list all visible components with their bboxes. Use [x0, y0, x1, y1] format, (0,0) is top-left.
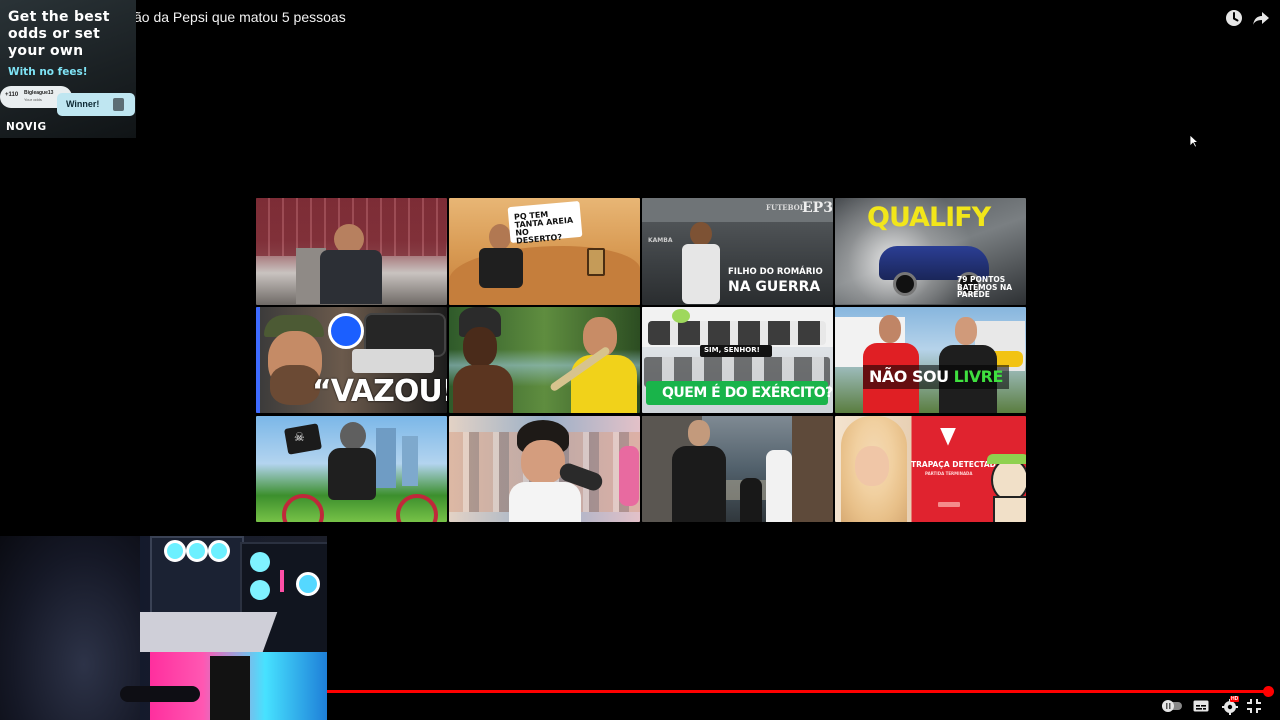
video-thumbnail[interactable]: SIM, SENHOR! QUEM É DO EXÉRCITO?	[642, 306, 833, 414]
thumbnail-caption: EP3	[802, 200, 833, 216]
exit-fullscreen-icon[interactable]	[1247, 699, 1261, 713]
thumbnail-caption: NA GUERRA	[728, 279, 821, 295]
thumbnail-caption: QUEM É DO EXÉRCITO?	[662, 384, 833, 401]
video-thumbnail[interactable]: PQ TEM TANTA AREIA NO DESERTO?	[449, 198, 640, 305]
thumbnail-caption-part: LIVRE	[953, 366, 1004, 386]
video-thumbnail[interactable]: QUALIFY 79 PONTOS BATEMOS NA PAREDE	[835, 198, 1026, 305]
thumbnail-badge: SIM, SENHOR!	[704, 345, 760, 354]
thumbnail-caption: NÃO SOU LIVRE	[869, 366, 1004, 386]
clock-icon[interactable]	[1224, 8, 1244, 28]
progress-bar[interactable]	[327, 690, 1268, 693]
ad-user-number: +110	[5, 92, 19, 98]
subtitles-icon[interactable]	[1193, 699, 1209, 713]
thumbnail-caption: FUTEBOL	[766, 203, 805, 212]
ad-winner-label: Winner!	[66, 99, 100, 109]
ad-user-name: Bigleague13	[24, 90, 54, 96]
video-thumbnail[interactable]	[449, 415, 640, 523]
share-icon[interactable]	[1251, 8, 1271, 28]
video-thumbnail[interactable]	[642, 415, 833, 523]
video-thumbnail[interactable]: TRAPAÇA DETECTADA PARTIDA TERMINADA	[835, 415, 1026, 523]
video-thumbnail[interactable]	[256, 198, 447, 305]
video-thumbnail[interactable]	[449, 306, 640, 414]
scrubber-handle[interactable]	[1263, 686, 1274, 697]
thumbnail-caption: 79 PONTOS BATEMOS NA PAREDE	[957, 275, 1013, 299]
settings-button[interactable]: HD	[1221, 696, 1241, 715]
ad-headline: Get the best odds or set your own	[8, 9, 110, 59]
hd-badge: HD	[1230, 696, 1240, 702]
thumbnail-caption-part: NÃO SOU	[869, 366, 954, 386]
thumbnail-caption: FILHO DO ROMÁRIO	[728, 267, 823, 277]
webcam-overlay	[0, 536, 327, 720]
end-screen-grid: PQ TEM TANTA AREIA NO DESERTO? FUTEBOL E…	[256, 198, 1026, 523]
thumbnail-caption: QUALIFY	[867, 202, 991, 233]
video-title: ão da Pepsi que matou 5 pessoas	[134, 9, 346, 25]
video-thumbnail[interactable]: ☠	[256, 415, 447, 523]
ad-banner[interactable]: Get the best odds or set your own With n…	[0, 0, 136, 138]
ad-winner-badge: Winner!	[57, 93, 135, 116]
video-thumbnail[interactable]: “VAZOU!”	[256, 306, 447, 414]
mouse-cursor-icon	[1189, 134, 1199, 148]
ad-brand-logo: NOVIG	[6, 121, 47, 133]
thumbnail-caption: “VAZOU!”	[312, 373, 447, 409]
autoplay-toggle-icon[interactable]	[1161, 699, 1183, 713]
video-thumbnail[interactable]: FUTEBOL EP3 KAMBA FILHO DO ROMÁRIO NA GU…	[642, 198, 833, 305]
thumbnail-caption: KAMBA	[648, 237, 673, 244]
ad-subline: With no fees!	[8, 66, 88, 78]
thumbnail-caption: PARTIDA TERMINADA	[925, 470, 973, 476]
ticket-icon	[113, 98, 124, 111]
ad-user-sub: Your odds	[24, 97, 42, 102]
thumbnail-caption: PQ TEM TANTA AREIA NO DESERTO?	[513, 209, 574, 246]
video-thumbnail[interactable]: NÃO SOU LIVRE	[835, 306, 1026, 414]
